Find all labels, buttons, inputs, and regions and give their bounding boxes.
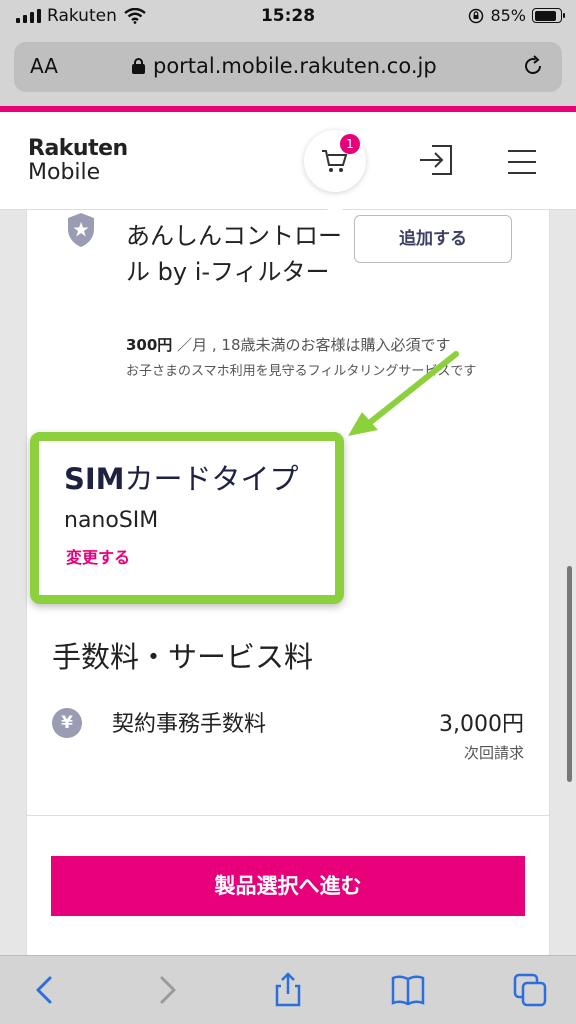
section-divider [26,815,550,816]
annotation-arrow [348,351,459,436]
orientation-lock-icon [469,8,484,23]
tabs-icon[interactable] [512,972,548,1008]
status-right: 85% [468,6,565,25]
fee-name: 契約事務手数料 [112,712,267,737]
shield-star-icon [68,213,94,247]
lock-icon [132,58,145,74]
battery-percent: 85% [490,6,526,25]
login-icon[interactable] [418,144,454,176]
url-text: portal.mobile.rakuten.co.jp [153,54,437,78]
option-price-amount: 300円 [126,336,173,354]
battery-icon [532,8,565,23]
logo-text-line1: Rakuten [28,136,128,161]
text-size-button[interactable]: AA [30,54,58,78]
option-price: 300円 ／月 , 18歳未満のお客様は購入必須です [126,334,526,355]
sim-title-bold: SIM [64,462,125,496]
rakuten-mobile-logo[interactable]: Rakuten Mobile [28,138,128,184]
forward-icon[interactable] [148,972,184,1008]
browser-bottom-toolbar [0,955,576,1024]
sim-card-type-heading: SIMカードタイプ [64,456,299,498]
share-icon[interactable] [270,972,306,1008]
add-option-button[interactable]: 追加する [354,215,512,263]
fee-amount: 3,000円 [439,712,524,737]
status-bar: Rakuten 15:28 85% [0,0,576,36]
change-sim-link[interactable]: 変更する [66,544,130,568]
cart-pointer [327,200,343,210]
fee-billing-note: 次回請求 [463,744,524,762]
back-icon[interactable] [28,972,64,1008]
address-bar[interactable]: AA portal.mobile.rakuten.co.jp [14,42,562,92]
logo-text-line2: Mobile [28,160,101,185]
bookmarks-icon[interactable] [390,972,426,1008]
proceed-to-product-selection-button[interactable]: 製品選択へ進む [51,856,525,916]
hamburger-menu-icon[interactable] [508,150,536,174]
site-header: Rakuten Mobile 1 [0,112,576,210]
scrollbar[interactable] [567,566,572,782]
reload-icon[interactable] [522,55,544,77]
sim-card-type-value: nanoSIM [64,508,159,533]
cart-button[interactable]: 1 [304,130,366,192]
yen-icon: ¥ [52,708,82,738]
browser-toolbar: AA portal.mobile.rakuten.co.jp [0,36,576,106]
sim-title-rest: カードタイプ [124,462,299,496]
fees-heading: 手数料・サービス料 [52,640,314,674]
option-name: あんしんコントロール by i-フィルター [126,222,342,286]
url-field[interactable]: portal.mobile.rakuten.co.jp [132,54,437,78]
cart-count-badge: 1 [340,134,360,154]
